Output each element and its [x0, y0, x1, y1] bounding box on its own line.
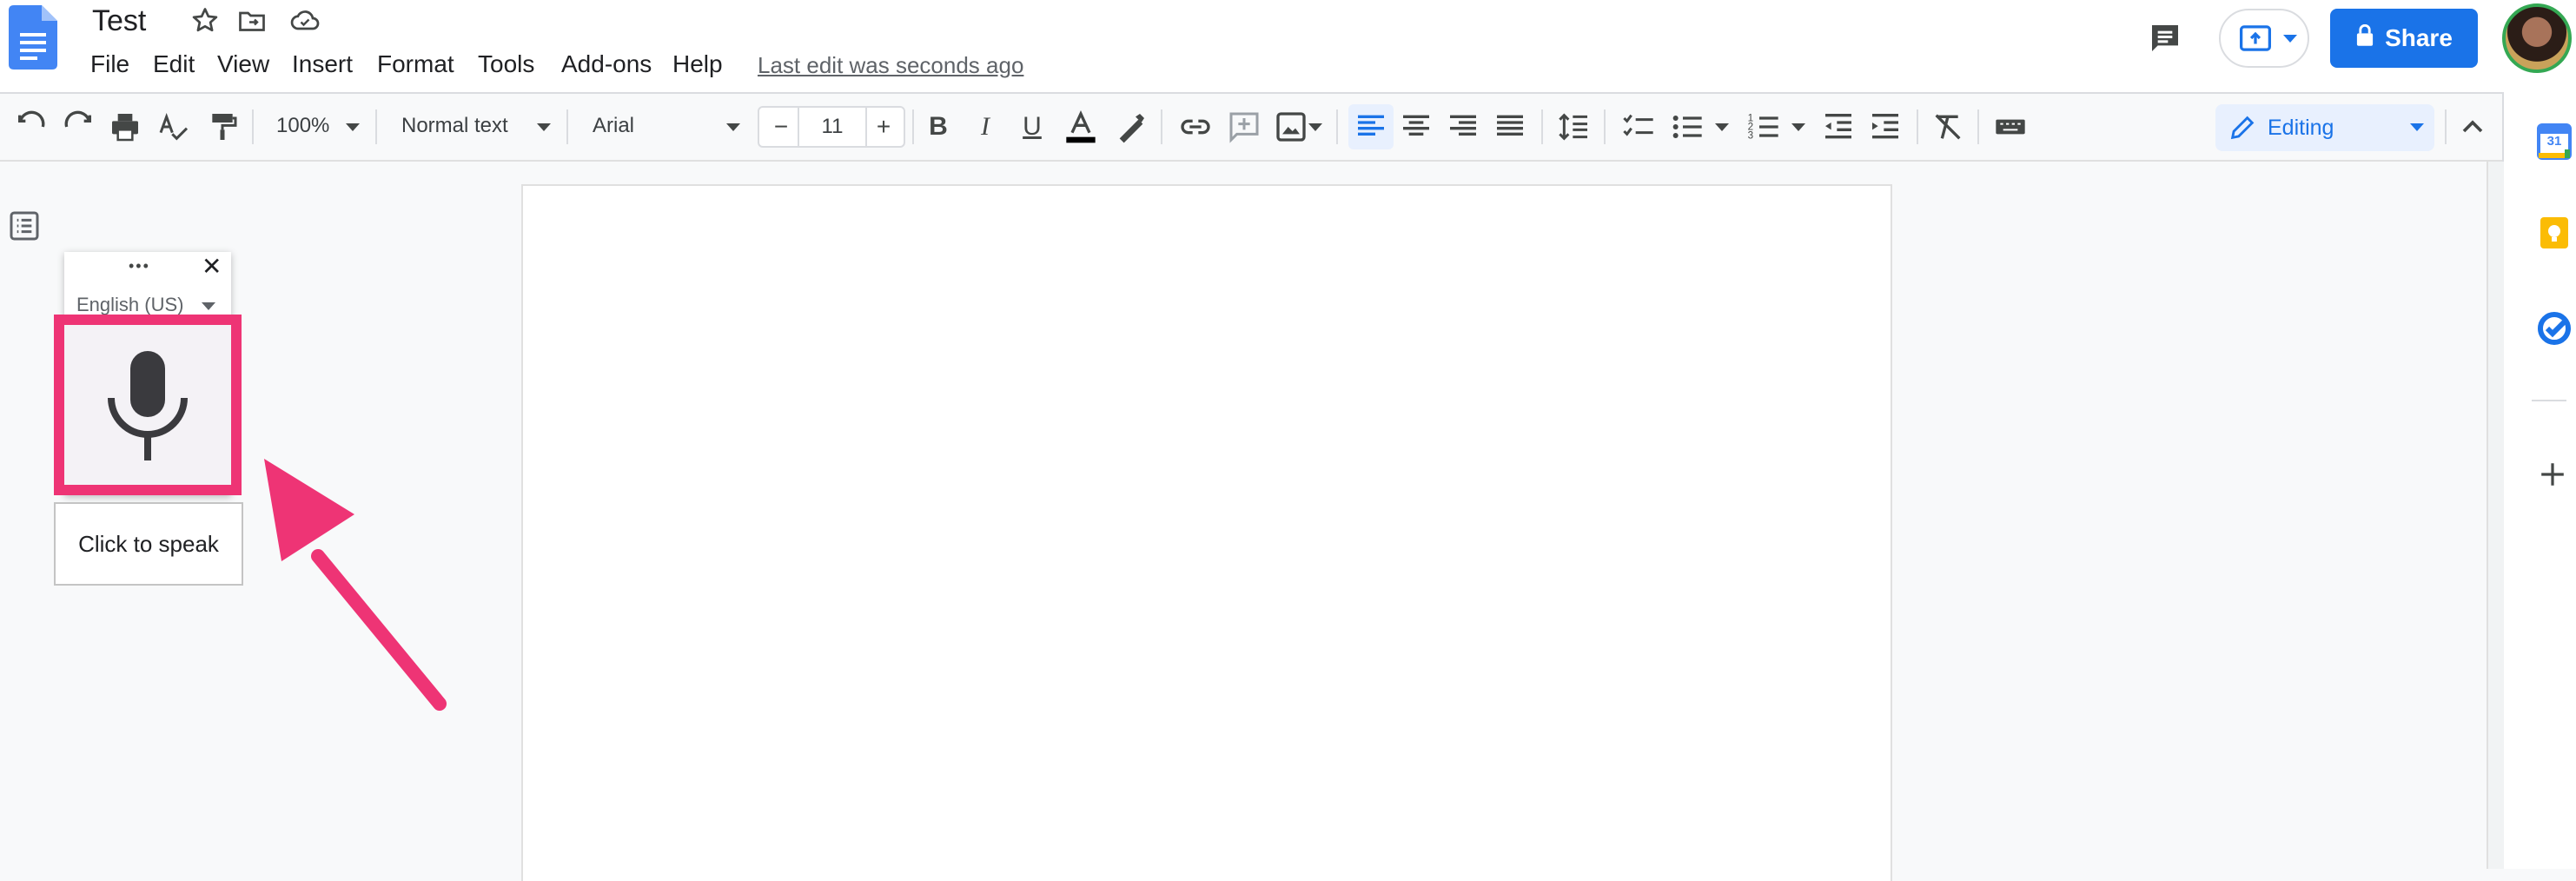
toolbar-divider	[1336, 109, 1338, 144]
decrease-font-size-button[interactable]: −	[768, 113, 794, 141]
highlight-icon[interactable]	[1114, 109, 1149, 144]
tasks-icon[interactable]	[2537, 311, 2572, 346]
app-header: Test File Edit View Insert Format Tools …	[0, 0, 2576, 94]
spellcheck-icon[interactable]	[156, 109, 191, 144]
calendar-icon[interactable]: 31	[2537, 123, 2572, 160]
document-title[interactable]: Test	[92, 2, 146, 40]
line-spacing-icon[interactable]	[1557, 109, 1592, 144]
voice-panel-drag-handle[interactable]: •••	[129, 257, 150, 275]
font-size-divider	[798, 108, 799, 146]
align-right-icon[interactable]	[1446, 109, 1480, 144]
svg-text:3: 3	[1748, 129, 1753, 141]
toolbar-divider	[375, 109, 377, 144]
microphone-icon	[106, 351, 189, 460]
clear-formatting-icon[interactable]	[1930, 109, 1965, 144]
menu-view[interactable]: View	[217, 49, 269, 80]
font-dropdown-icon[interactable]	[726, 123, 740, 131]
undo-icon[interactable]	[14, 109, 49, 144]
cloud-saved-icon[interactable]	[288, 5, 321, 36]
docs-logo-icon[interactable]	[9, 5, 57, 70]
menu-format[interactable]: Format	[377, 49, 454, 80]
close-icon[interactable]: ✕	[202, 252, 222, 281]
account-avatar[interactable]	[2502, 3, 2572, 73]
toolbar-divider	[566, 109, 568, 144]
paragraph-style-select[interactable]: Normal text	[401, 111, 508, 141]
vertical-scrollbar[interactable]	[2487, 162, 2504, 869]
plus-icon[interactable]	[2539, 460, 2566, 488]
menu-insert[interactable]: Insert	[292, 49, 353, 80]
keep-icon[interactable]	[2537, 215, 2572, 250]
toolbar-divider	[252, 109, 254, 144]
numbered-dropdown-icon[interactable]	[1791, 123, 1805, 131]
language-select[interactable]: English (US)	[76, 294, 183, 316]
calendar-day: 31	[2546, 134, 2562, 149]
increase-font-size-button[interactable]: +	[871, 113, 897, 141]
bold-icon[interactable]: B	[921, 109, 956, 144]
toolbar-divider	[912, 109, 914, 144]
checklist-icon[interactable]	[1621, 109, 1656, 144]
arrow-annotation	[257, 452, 457, 712]
justify-icon[interactable]	[1493, 109, 1527, 144]
zoom-dropdown-icon[interactable]	[346, 123, 360, 131]
menu-edit[interactable]: Edit	[153, 49, 195, 80]
microphone-button[interactable]	[54, 315, 242, 495]
document-page[interactable]	[523, 186, 1891, 881]
increase-indent-icon[interactable]	[1868, 109, 1903, 144]
decrease-indent-icon[interactable]	[1821, 109, 1856, 144]
image-icon[interactable]	[1274, 109, 1308, 144]
side-panel: 31	[2502, 92, 2576, 869]
language-dropdown-icon[interactable]	[202, 302, 215, 310]
editing-dropdown-icon	[2410, 123, 2424, 131]
toolbar-divider	[1604, 109, 1606, 144]
editing-mode-label: Editing	[2268, 116, 2334, 140]
underline-icon[interactable]: U	[1015, 109, 1050, 144]
editing-mode-select[interactable]: Editing	[2215, 104, 2434, 151]
share-label: Share	[2385, 24, 2453, 51]
toolbar-divider	[2445, 109, 2447, 144]
star-icon[interactable]	[189, 5, 221, 36]
toolbar-divider	[1161, 109, 1162, 144]
print-icon[interactable]	[108, 109, 142, 144]
toolbar-divider	[1917, 109, 1918, 144]
menu-file[interactable]: File	[90, 49, 129, 80]
italic-icon[interactable]: I	[968, 109, 1003, 144]
add-comment-icon[interactable]	[1227, 109, 1262, 144]
formatting-toolbar: 100% Normal text Arial − 11 + B I U 1 2 …	[0, 94, 2502, 162]
align-left-icon[interactable]	[1348, 104, 1394, 149]
link-icon[interactable]	[1178, 109, 1213, 144]
comments-icon[interactable]	[2146, 21, 2184, 56]
text-color-icon[interactable]	[1063, 109, 1098, 144]
font-select[interactable]: Arial	[593, 111, 634, 141]
move-folder-icon[interactable]	[236, 5, 268, 36]
redo-icon[interactable]	[61, 109, 96, 144]
align-center-icon[interactable]	[1399, 109, 1434, 144]
menu-help[interactable]: Help	[672, 49, 723, 80]
menu-addons[interactable]: Add-ons	[561, 49, 652, 80]
last-edit-link[interactable]: Last edit was seconds ago	[758, 50, 1023, 80]
present-dropdown-icon	[2283, 35, 2297, 43]
share-button[interactable]: Share	[2330, 9, 2478, 68]
image-dropdown-icon[interactable]	[1308, 123, 1322, 131]
click-to-speak-tooltip: Click to speak	[54, 502, 243, 586]
pencil-icon	[2228, 113, 2257, 142]
toolbar-divider	[1541, 109, 1543, 144]
collapse-icon[interactable]	[2455, 109, 2490, 144]
zoom-select[interactable]: 100%	[276, 111, 329, 141]
present-button[interactable]	[2219, 9, 2309, 68]
input-tools-icon[interactable]	[1993, 109, 2028, 144]
paint-format-icon[interactable]	[205, 109, 240, 144]
font-size-control: − 11 +	[758, 106, 905, 148]
font-size-divider	[865, 108, 867, 146]
menu-tools[interactable]: Tools	[478, 49, 534, 80]
bullet-list-icon[interactable]	[1670, 109, 1705, 144]
toolbar-divider	[1977, 109, 1979, 144]
outline-icon[interactable]	[7, 209, 42, 243]
bullet-dropdown-icon[interactable]	[1715, 123, 1729, 131]
style-dropdown-icon[interactable]	[537, 123, 551, 131]
lock-icon	[2355, 23, 2374, 53]
font-size-input[interactable]: 11	[801, 113, 864, 141]
side-panel-divider	[2532, 400, 2566, 401]
numbered-list-icon[interactable]: 123	[1746, 109, 1781, 144]
present-icon	[2238, 23, 2273, 54]
